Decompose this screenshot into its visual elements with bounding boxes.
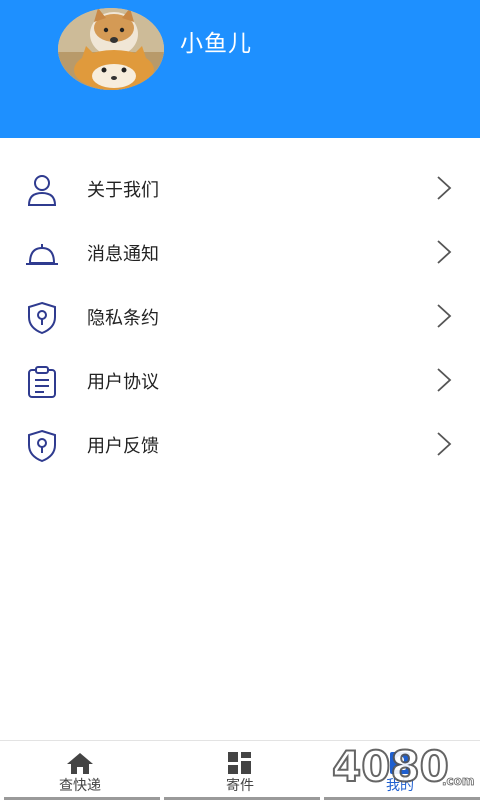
menu-item-notifications[interactable]: 消息通知 xyxy=(0,220,480,284)
home-icon xyxy=(67,753,93,774)
menu-item-feedback[interactable]: 用户反馈 xyxy=(0,412,480,476)
clipboard-icon xyxy=(28,366,56,398)
bell-icon xyxy=(26,244,58,265)
tab-label: 查快递 xyxy=(59,778,101,794)
chevron-right-icon xyxy=(437,304,452,328)
tab-send[interactable]: 寄件 xyxy=(160,741,320,801)
menu-item-user-agreement[interactable]: 用户协议 xyxy=(0,348,480,412)
shield-icon xyxy=(28,301,56,335)
watermark-suffix: .com xyxy=(442,774,474,788)
menu-item-label: 用户反馈 xyxy=(87,436,159,457)
chevron-right-icon xyxy=(437,368,452,392)
menu-item-privacy[interactable]: 隐私条约 xyxy=(0,284,480,348)
menu-item-label: 用户协议 xyxy=(87,372,159,393)
username: 小鱼儿 xyxy=(180,31,252,57)
shield-icon xyxy=(28,429,56,463)
user-icon xyxy=(27,175,57,206)
shiba-dog-avatar-icon xyxy=(58,8,164,90)
menu-item-label: 隐私条约 xyxy=(87,308,159,329)
menu-item-label: 关于我们 xyxy=(87,180,159,201)
watermark-logo: 4080 .com xyxy=(331,741,475,792)
avatar[interactable] xyxy=(58,8,164,90)
grid-icon xyxy=(228,752,251,774)
settings-menu: 关于我们 消息通知 隐私条约 用户协议 用户反馈 xyxy=(0,156,480,476)
chevron-right-icon xyxy=(437,432,452,456)
chevron-right-icon xyxy=(437,176,452,200)
profile-header: 小鱼儿 xyxy=(0,0,480,138)
watermark-text: 4080 xyxy=(332,742,449,791)
tab-track-express[interactable]: 查快递 xyxy=(0,741,160,801)
tab-label: 寄件 xyxy=(226,778,254,794)
chevron-right-icon xyxy=(437,240,452,264)
menu-item-about[interactable]: 关于我们 xyxy=(0,156,480,220)
menu-item-label: 消息通知 xyxy=(87,244,159,265)
